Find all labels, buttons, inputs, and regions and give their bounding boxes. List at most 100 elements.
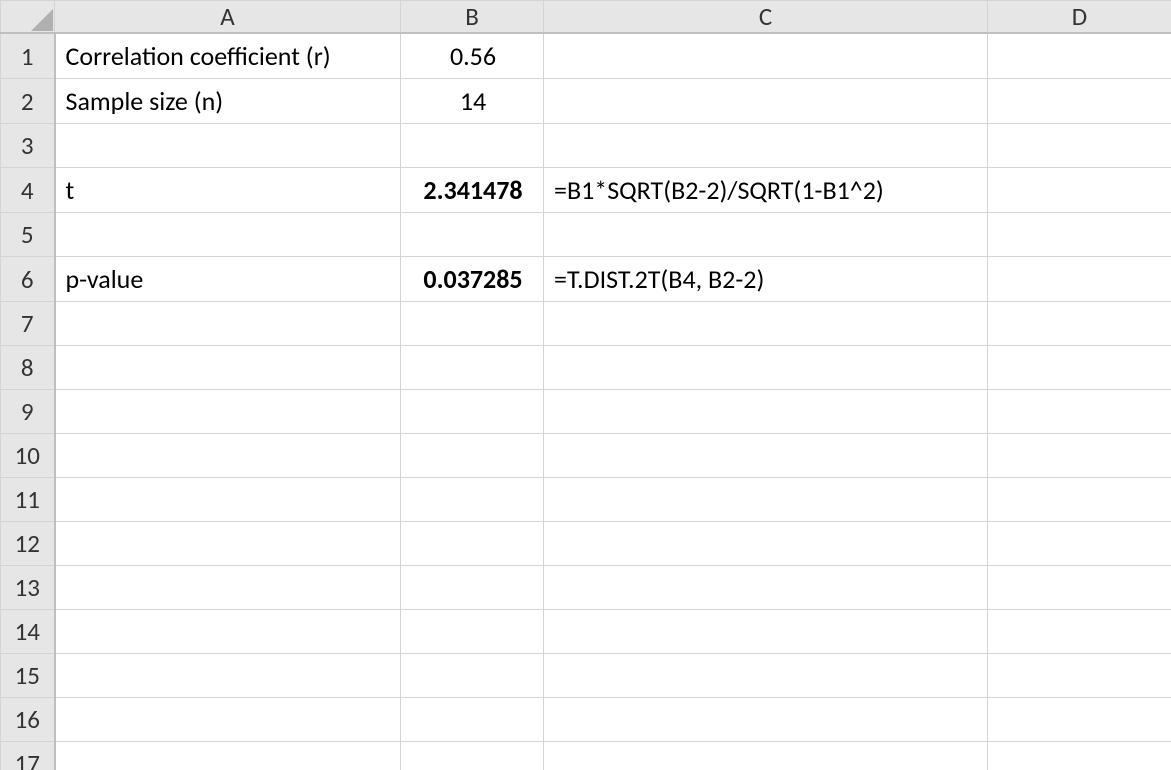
cell-D2[interactable] bbox=[988, 79, 1171, 124]
cell-A11[interactable] bbox=[55, 478, 401, 522]
cell-content: 2.341478 bbox=[401, 168, 543, 212]
cell-B10[interactable] bbox=[401, 434, 544, 478]
cell-D14[interactable] bbox=[988, 610, 1171, 654]
cell-B2[interactable]: 14 bbox=[401, 79, 544, 124]
cell-B1[interactable]: 0.56 bbox=[401, 33, 544, 79]
row-header-5[interactable]: 5 bbox=[1, 213, 55, 257]
grid-row: 5 bbox=[1, 213, 1171, 257]
row-header-4[interactable]: 4 bbox=[1, 168, 55, 213]
col-header-D[interactable]: D bbox=[988, 1, 1171, 34]
cell-A14[interactable] bbox=[55, 610, 401, 654]
cell-C17[interactable] bbox=[544, 742, 988, 770]
cell-A15[interactable] bbox=[55, 654, 401, 698]
row-header-14[interactable]: 14 bbox=[1, 610, 55, 654]
cell-content: Sample size (n) bbox=[56, 79, 401, 123]
grid-row: 1Correlation coefficient (r)0.56 bbox=[1, 33, 1171, 79]
cell-D15[interactable] bbox=[988, 654, 1171, 698]
cell-D9[interactable] bbox=[988, 390, 1171, 434]
cell-A12[interactable] bbox=[55, 522, 401, 566]
row-header-12[interactable]: 12 bbox=[1, 522, 55, 566]
cell-C12[interactable] bbox=[544, 522, 988, 566]
cell-D17[interactable] bbox=[988, 742, 1171, 770]
cell-D11[interactable] bbox=[988, 478, 1171, 522]
row-header-11[interactable]: 11 bbox=[1, 478, 55, 522]
cell-C10[interactable] bbox=[544, 434, 988, 478]
row-header-3[interactable]: 3 bbox=[1, 124, 55, 168]
cell-D3[interactable] bbox=[988, 124, 1171, 168]
cell-D8[interactable] bbox=[988, 346, 1171, 390]
row-header-17[interactable]: 17 bbox=[1, 742, 55, 770]
cell-D1[interactable] bbox=[988, 33, 1171, 79]
row-header-1[interactable]: 1 bbox=[1, 33, 55, 79]
cell-D13[interactable] bbox=[988, 566, 1171, 610]
row-header-8[interactable]: 8 bbox=[1, 346, 55, 390]
cell-C11[interactable] bbox=[544, 478, 988, 522]
cell-A8[interactable] bbox=[55, 346, 401, 390]
cell-A17[interactable] bbox=[55, 742, 401, 770]
cell-content: =T.DIST.2T(B4, B2-2) bbox=[544, 257, 987, 301]
cell-B9[interactable] bbox=[401, 390, 544, 434]
row-header-16[interactable]: 16 bbox=[1, 698, 55, 742]
cell-B17[interactable] bbox=[401, 742, 544, 770]
row-header-9[interactable]: 9 bbox=[1, 390, 55, 434]
row-header-6[interactable]: 6 bbox=[1, 257, 55, 302]
cell-B3[interactable] bbox=[401, 124, 544, 168]
cell-C1[interactable] bbox=[544, 33, 988, 79]
cell-D4[interactable] bbox=[988, 168, 1171, 213]
cell-B5[interactable] bbox=[401, 213, 544, 257]
cell-C9[interactable] bbox=[544, 390, 988, 434]
cell-C14[interactable] bbox=[544, 610, 988, 654]
cell-B14[interactable] bbox=[401, 610, 544, 654]
cell-B13[interactable] bbox=[401, 566, 544, 610]
spreadsheet-grid[interactable]: A B C D 1Correlation coefficient (r)0.56… bbox=[0, 0, 1171, 770]
row-header-2[interactable]: 2 bbox=[1, 79, 55, 124]
cell-A6[interactable]: p-value bbox=[55, 257, 401, 302]
cell-A16[interactable] bbox=[55, 698, 401, 742]
cell-A1[interactable]: Correlation coefficient (r) bbox=[55, 33, 401, 79]
cell-B15[interactable] bbox=[401, 654, 544, 698]
cell-C16[interactable] bbox=[544, 698, 988, 742]
col-header-B[interactable]: B bbox=[401, 1, 544, 34]
cell-D7[interactable] bbox=[988, 302, 1171, 346]
col-header-C[interactable]: C bbox=[544, 1, 988, 34]
cell-C5[interactable] bbox=[544, 213, 988, 257]
cell-C13[interactable] bbox=[544, 566, 988, 610]
cell-A2[interactable]: Sample size (n) bbox=[55, 79, 401, 124]
cell-D10[interactable] bbox=[988, 434, 1171, 478]
cell-A13[interactable] bbox=[55, 566, 401, 610]
cell-B12[interactable] bbox=[401, 522, 544, 566]
cell-C6[interactable]: =T.DIST.2T(B4, B2-2) bbox=[544, 257, 988, 302]
cell-D6[interactable] bbox=[988, 257, 1171, 302]
cell-A5[interactable] bbox=[55, 213, 401, 257]
cell-D12[interactable] bbox=[988, 522, 1171, 566]
cell-A4[interactable]: t bbox=[55, 168, 401, 213]
cell-content: p-value bbox=[56, 257, 401, 301]
cell-A9[interactable] bbox=[55, 390, 401, 434]
col-header-A[interactable]: A bbox=[55, 1, 401, 34]
cell-C7[interactable] bbox=[544, 302, 988, 346]
cell-B7[interactable] bbox=[401, 302, 544, 346]
cell-content: 0.037285 bbox=[401, 257, 543, 301]
row-header-10[interactable]: 10 bbox=[1, 434, 55, 478]
cell-B8[interactable] bbox=[401, 346, 544, 390]
cell-D16[interactable] bbox=[988, 698, 1171, 742]
cell-A7[interactable] bbox=[55, 302, 401, 346]
cell-B6[interactable]: 0.037285 bbox=[401, 257, 544, 302]
row-header-13[interactable]: 13 bbox=[1, 566, 55, 610]
cell-B4[interactable]: 2.341478 bbox=[401, 168, 544, 213]
grid-row: 7 bbox=[1, 302, 1171, 346]
cell-B11[interactable] bbox=[401, 478, 544, 522]
cell-C8[interactable] bbox=[544, 346, 988, 390]
cell-D5[interactable] bbox=[988, 213, 1171, 257]
row-header-15[interactable]: 15 bbox=[1, 654, 55, 698]
cell-C4[interactable]: =B1*SQRT(B2-2)/SQRT(1-B1^2) bbox=[544, 168, 988, 213]
select-all-corner[interactable] bbox=[1, 1, 55, 34]
cell-C2[interactable] bbox=[544, 79, 988, 124]
cell-A10[interactable] bbox=[55, 434, 401, 478]
cell-content: t bbox=[56, 168, 401, 212]
cell-A3[interactable] bbox=[55, 124, 401, 168]
cell-B16[interactable] bbox=[401, 698, 544, 742]
row-header-7[interactable]: 7 bbox=[1, 302, 55, 346]
cell-C3[interactable] bbox=[544, 124, 988, 168]
cell-C15[interactable] bbox=[544, 654, 988, 698]
